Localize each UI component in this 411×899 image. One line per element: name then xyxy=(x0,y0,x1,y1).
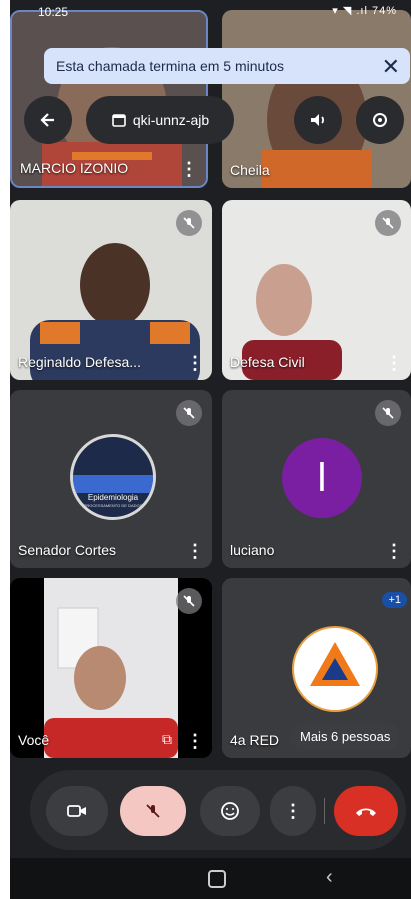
more-options-icon[interactable]: ⋮ xyxy=(186,354,204,372)
meeting-code: qki-unnz-ajb xyxy=(132,112,210,128)
participant-tile-self[interactable]: Você ⧉ ⋮ xyxy=(10,578,212,758)
participant-tile[interactable]: Defesa Civil ⋮ xyxy=(222,200,411,380)
more-options-button[interactable]: ⋮ xyxy=(270,786,316,836)
status-time: 10:25 xyxy=(38,5,69,19)
participant-name: MARCIO IZONIO xyxy=(20,160,129,176)
meeting-code-button[interactable]: qki-unnz-ajb xyxy=(86,96,234,144)
mic-off-icon xyxy=(183,595,195,607)
participant-tile[interactable]: l luciano ⋮ xyxy=(222,390,411,568)
banner-text: Esta chamada termina em 5 minutos xyxy=(56,58,284,74)
home-icon[interactable] xyxy=(208,870,226,888)
meet-screen: MARCIO IZONIO ⋮ Cheila 10:25 ▾ ◥ .ıl 74%… xyxy=(10,0,411,899)
more-people-chip[interactable]: Mais 6 pessoas xyxy=(290,723,401,750)
arrow-back-icon xyxy=(40,113,54,127)
status-bar: 10:25 ▾ ◥ .ıl 74% xyxy=(10,0,411,24)
participant-name: Senador Cortes xyxy=(18,542,117,558)
logo-title: Epidemiologia xyxy=(87,493,139,502)
back-button[interactable] xyxy=(24,96,72,144)
participant-name: 4a RED xyxy=(230,732,280,748)
participant-tile[interactable]: Epidemiologia PROCESSAMENTO DE DADOS Sen… xyxy=(10,390,212,568)
switch-camera-icon xyxy=(373,113,387,127)
participant-name: luciano xyxy=(230,542,275,558)
pip-icon[interactable]: ⧉ xyxy=(162,731,172,748)
avatar: l xyxy=(282,438,362,518)
participant-name: Defesa Civil xyxy=(230,354,305,370)
reactions-button[interactable] xyxy=(200,786,260,836)
participant-tile[interactable]: +1 4a RED Mais 6 pessoas xyxy=(222,578,411,758)
more-vert-icon: ⋮ xyxy=(284,800,302,821)
mic-off-indicator xyxy=(375,210,401,236)
call-controls: ⋮ xyxy=(30,770,406,850)
mic-off-indicator xyxy=(176,588,202,614)
mic-off-icon xyxy=(382,407,394,419)
call-ending-banner: Esta chamada termina em 5 minutos ✕ xyxy=(44,48,410,84)
back-icon[interactable]: ‹ xyxy=(326,866,333,889)
end-call-button[interactable] xyxy=(334,786,398,836)
defesa-civil-logo-icon xyxy=(310,642,360,686)
mic-off-indicator xyxy=(176,400,202,426)
mic-off-icon xyxy=(146,804,160,818)
mic-off-indicator xyxy=(375,400,401,426)
hang-up-icon xyxy=(356,808,376,816)
more-options-icon[interactable]: ⋮ xyxy=(180,160,198,178)
smiley-icon xyxy=(221,802,239,820)
switch-camera-button[interactable] xyxy=(356,96,404,144)
participant-logo: Epidemiologia PROCESSAMENTO DE DADOS xyxy=(70,434,156,520)
more-people-badge[interactable]: +1 xyxy=(382,592,407,608)
status-icons: ▾ ◥ .ıl 74% xyxy=(332,5,397,17)
control-divider xyxy=(324,798,325,824)
system-nav-bar: ‹ xyxy=(10,858,411,899)
participant-name: Cheila xyxy=(230,162,270,178)
more-options-icon[interactable]: ⋮ xyxy=(385,542,403,560)
speaker-icon xyxy=(311,114,325,126)
mic-off-icon xyxy=(183,407,195,419)
participant-name: Reginaldo Defesa... xyxy=(18,354,141,370)
mic-off-icon xyxy=(183,217,195,229)
participant-tile[interactable]: Reginaldo Defesa... ⋮ xyxy=(10,200,212,380)
mic-off-indicator xyxy=(176,210,202,236)
microphone-button[interactable] xyxy=(120,786,186,836)
audio-output-button[interactable] xyxy=(294,96,342,144)
participant-logo xyxy=(292,626,378,712)
logo-subtitle: PROCESSAMENTO DE DADOS xyxy=(83,503,143,508)
mic-off-icon xyxy=(382,217,394,229)
more-options-icon[interactable]: ⋮ xyxy=(186,732,204,750)
more-options-icon[interactable]: ⋮ xyxy=(385,354,403,372)
more-options-icon[interactable]: ⋮ xyxy=(186,542,204,560)
close-icon[interactable]: ✕ xyxy=(382,54,400,80)
calendar-icon xyxy=(112,114,126,127)
avatar-initial: l xyxy=(317,455,327,500)
camera-button[interactable] xyxy=(46,786,108,836)
participant-name: Você xyxy=(18,732,50,748)
video-camera-icon xyxy=(67,805,86,817)
